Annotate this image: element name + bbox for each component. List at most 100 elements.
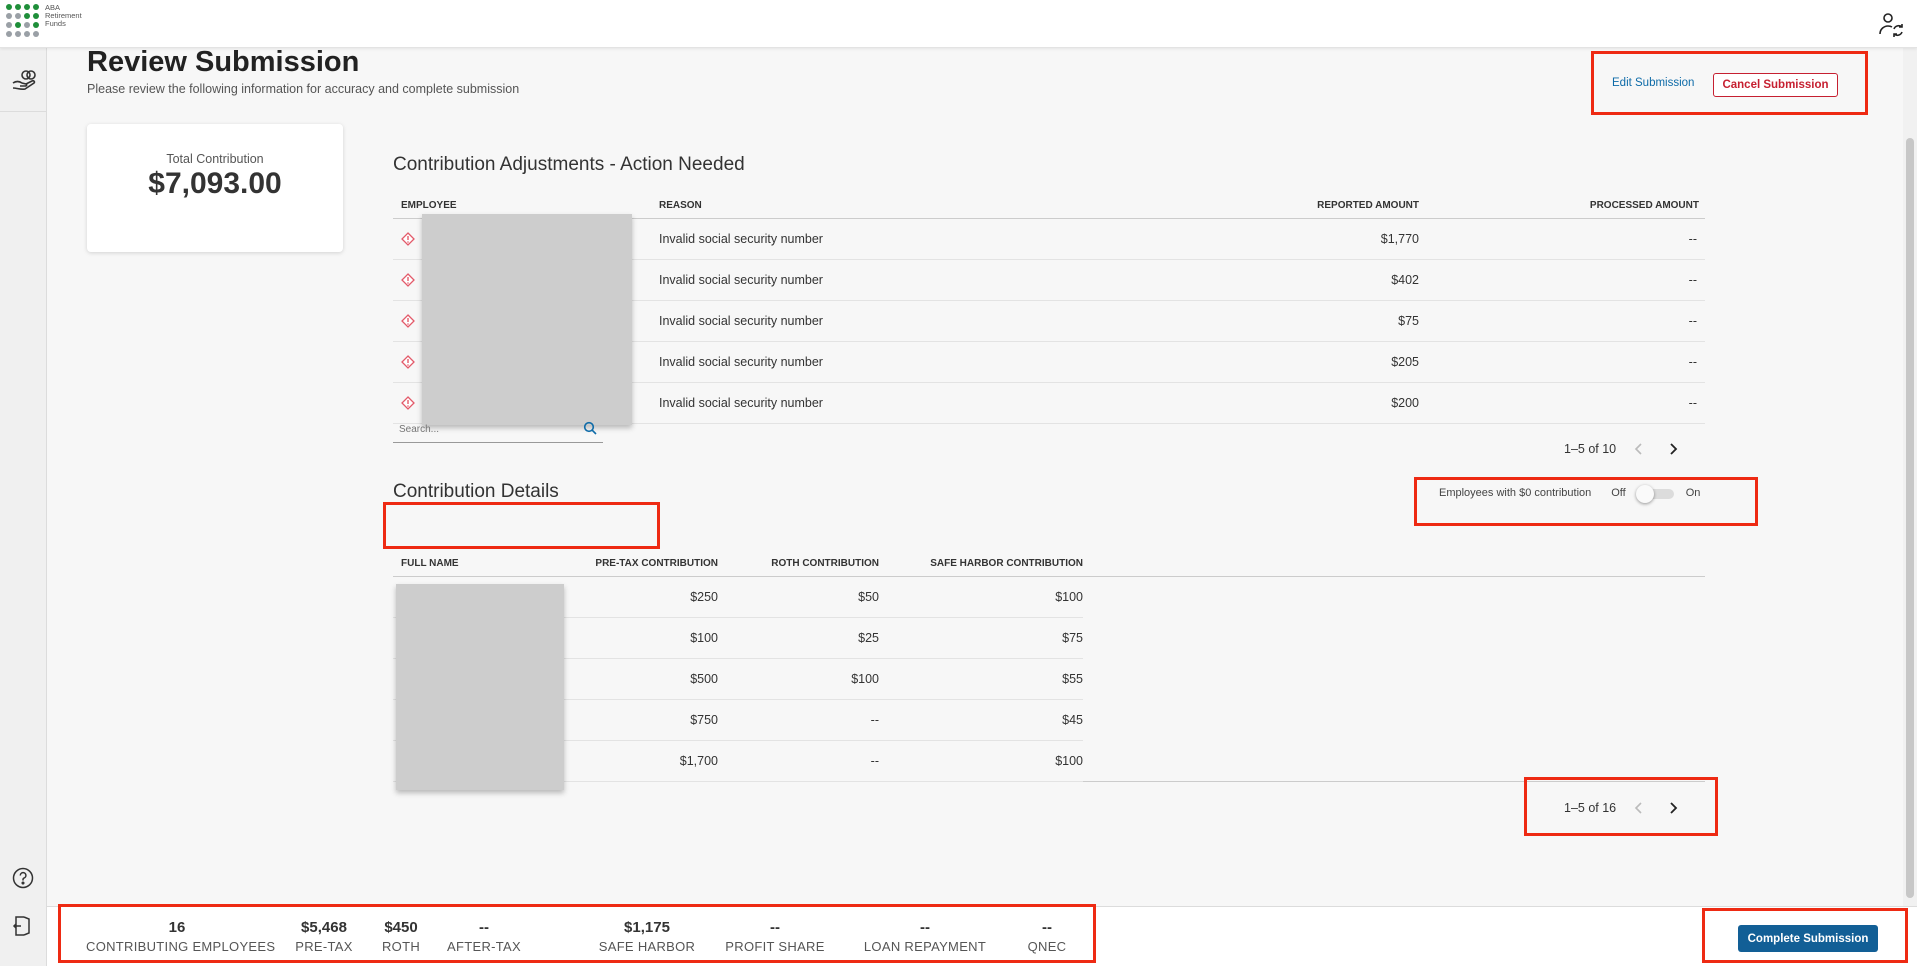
page-title: Review Submission [87, 46, 360, 78]
next-page-button[interactable] [1662, 438, 1684, 460]
stat-pre-tax: $5,468 PRE-TAX [284, 919, 364, 954]
stat-value: $5,468 [301, 919, 347, 936]
warning-icon [401, 313, 415, 328]
next-page-button[interactable] [1662, 797, 1684, 819]
stat-label: PRE-TAX [295, 939, 353, 954]
page-subtitle: Please review the following information … [87, 82, 520, 96]
logo-dot [33, 13, 39, 19]
toggle-off-label: Off [1611, 487, 1626, 499]
logo-dot [33, 31, 39, 37]
stat-label: PROFIT SHARE [725, 939, 825, 954]
stat-after-tax: -- AFTER-TAX [439, 919, 529, 954]
reason-cell: Invalid social security number [659, 382, 1059, 424]
pagination-range: 1–5 of 16 [1564, 801, 1617, 815]
vertical-scrollbar[interactable] [1903, 48, 1917, 906]
spacer-cell [1083, 740, 1705, 782]
details-pagination: 1–5 of 16 [1564, 797, 1684, 819]
complete-submission-button[interactable]: Complete Submission [1738, 925, 1878, 952]
table-row: $250 $50 $100 [393, 576, 1705, 618]
logo-dots [6, 4, 39, 37]
stat-qnec: -- QNEC [1017, 919, 1077, 954]
processed-amount-cell: -- [1419, 259, 1705, 301]
toggle-label: Employees with $0 contribution [1439, 487, 1592, 499]
safe-harbor-cell: $55 [879, 658, 1083, 700]
help-icon[interactable] [11, 866, 35, 890]
spacer-cell [1083, 617, 1705, 658]
logo-dot [15, 4, 21, 10]
aba-logo[interactable]: ABA Retirement Funds [6, 4, 85, 37]
logo-dot [33, 22, 39, 28]
safe-harbor-cell: $100 [879, 740, 1083, 782]
column-header-reason[interactable]: REASON [659, 194, 1059, 219]
stat-contributing-employees: 16 CONTRIBUTING EMPLOYEES [86, 919, 276, 954]
logo-dot [15, 13, 21, 19]
stat-label: AFTER-TAX [447, 939, 521, 954]
chevron-right-icon [1670, 443, 1678, 455]
column-header-safe-harbor[interactable]: SAFE HARBOR CONTRIBUTION [879, 552, 1083, 577]
search-input[interactable] [393, 415, 563, 443]
column-header-full-name[interactable]: FULL NAME [393, 552, 529, 577]
prev-page-button[interactable] [1628, 438, 1650, 460]
prev-page-button[interactable] [1628, 797, 1650, 819]
roth-cell: -- [718, 740, 879, 782]
column-header-processed-amount[interactable]: PROCESSED AMOUNT [1419, 194, 1705, 219]
logo-text: ABA Retirement Funds [45, 3, 82, 28]
scrollbar-thumb[interactable] [1906, 138, 1914, 898]
stat-label: CONTRIBUTING EMPLOYEES [86, 939, 276, 954]
search-icon[interactable] [583, 421, 597, 435]
adjustments-pagination: 1–5 of 10 [1564, 438, 1684, 460]
logo-dot [15, 22, 21, 28]
safe-harbor-cell: $75 [879, 617, 1083, 659]
stat-value: $450 [384, 919, 418, 936]
table-row: $1,700 -- $100 [393, 740, 1705, 782]
logo-dot [24, 22, 30, 28]
logo-dot [24, 13, 30, 19]
sidebar-item-contributions[interactable] [0, 48, 47, 112]
reported-amount-cell: $402 [1059, 259, 1419, 301]
roth-cell: $50 [718, 576, 879, 618]
stat-value: -- [770, 919, 780, 936]
stat-safe-harbor: $1,175 SAFE HARBOR [587, 919, 707, 954]
toggle-knob [1635, 485, 1654, 503]
roth-cell: $100 [718, 658, 879, 700]
logo-dot [24, 31, 30, 37]
column-header-pre-tax[interactable]: PRE-TAX CONTRIBUTION [529, 552, 718, 577]
main-content: Review Submission Please review the foll… [47, 46, 1903, 906]
table-row: $100 $25 $75 [393, 617, 1705, 659]
logout-icon[interactable] [11, 914, 35, 938]
user-switch-icon[interactable] [1877, 10, 1905, 38]
zero-contribution-toggle: Employees with $0 contribution Off On [1439, 485, 1700, 503]
stat-roth: $450 ROTH [371, 919, 431, 954]
processed-amount-cell: -- [1419, 218, 1705, 260]
stat-value: -- [479, 919, 489, 936]
reason-cell: Invalid social security number [659, 300, 1059, 342]
details-title: Contribution Details [393, 481, 559, 502]
roth-cell: -- [718, 699, 879, 741]
column-header-reported-amount[interactable]: REPORTED AMOUNT [1059, 194, 1419, 219]
summary-footer: 16 CONTRIBUTING EMPLOYEES $5,468 PRE-TAX… [47, 906, 1917, 966]
stat-value: 16 [168, 919, 186, 936]
processed-amount-cell: -- [1419, 382, 1705, 424]
stat-profit-share: -- PROFIT SHARE [715, 919, 835, 954]
chevron-left-icon [1635, 443, 1642, 455]
stat-label: LOAN REPAYMENT [863, 939, 987, 954]
stat-label: ROTH [381, 939, 421, 954]
column-header-roth[interactable]: ROTH CONTRIBUTION [718, 552, 879, 577]
warning-icon [401, 231, 415, 246]
pagination-range: 1–5 of 10 [1564, 442, 1617, 456]
spacer-cell [1083, 658, 1705, 699]
stat-label: SAFE HARBOR [598, 939, 696, 954]
processed-amount-cell: -- [1419, 300, 1705, 342]
cancel-submission-button[interactable]: Cancel Submission [1713, 73, 1838, 97]
warning-icon [401, 395, 415, 410]
safe-harbor-cell: $45 [879, 699, 1083, 741]
column-header-spacer [1083, 552, 1705, 577]
reason-cell: Invalid social security number [659, 341, 1059, 383]
toggle-switch[interactable] [1635, 485, 1676, 503]
table-row: $750 -- $45 [393, 699, 1705, 741]
total-contribution-label: Total Contribution [166, 152, 264, 166]
stat-loan-repayment: -- LOAN REPAYMENT [855, 919, 995, 954]
total-contribution-card: Total Contribution $7,093.00 [87, 124, 343, 252]
logo-dot [6, 4, 12, 10]
edit-submission-link[interactable]: Edit Submission [1612, 77, 1694, 89]
